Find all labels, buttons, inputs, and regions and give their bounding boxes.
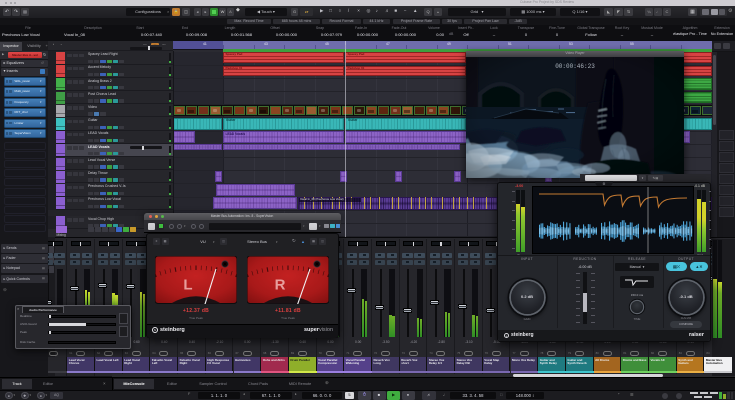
- svg-text:R: R: [275, 277, 286, 294]
- svg-text:00:00:46:23: 00:00:46:23: [555, 63, 595, 70]
- svg-text:L: L: [183, 277, 192, 294]
